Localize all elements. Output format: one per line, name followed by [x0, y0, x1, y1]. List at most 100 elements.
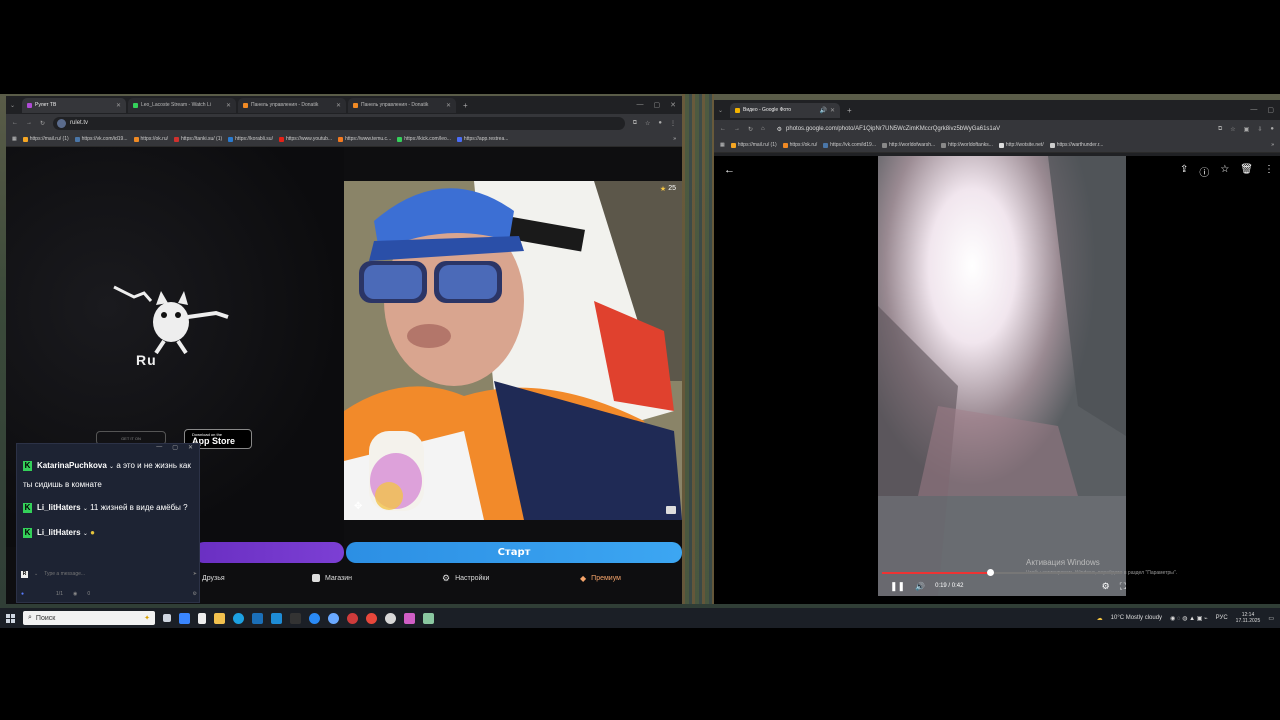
tab-search-icon[interactable]: ⌄: [10, 102, 20, 109]
tab-donatik-2[interactable]: Панель управления - Donatik ✕: [348, 97, 456, 113]
bookmark-item[interactable]: https://vk.com/id19...: [74, 136, 128, 142]
chat-username[interactable]: Li_litHaters: [37, 528, 81, 537]
obs-icon[interactable]: [385, 612, 396, 624]
trash-icon[interactable]: 🗑: [1240, 164, 1253, 179]
close-icon[interactable]: ✕: [336, 102, 341, 109]
bookmark-star-icon[interactable]: ☆: [1230, 126, 1235, 133]
bookmark-item[interactable]: https://ok.ru/: [782, 142, 817, 148]
new-tab-plus-icon[interactable]: +: [458, 101, 473, 110]
bookmark-item[interactable]: http://worldoftanks...: [941, 142, 993, 148]
tab-kick[interactable]: Leo_Lacoste Stream - Watch Li ✕: [128, 97, 236, 113]
nav-premium[interactable]: ◆ Премиум: [580, 574, 680, 583]
camera-switch-icon[interactable]: [666, 506, 676, 514]
extensions-icon[interactable]: ▣: [1244, 126, 1250, 133]
bookmark-item[interactable]: http://wotsite.net/: [998, 142, 1044, 148]
address-bar[interactable]: ⚙ photos.google.com/photo/AF1QipNr7UN5Wc…: [773, 123, 1210, 136]
bookmark-item[interactable]: https://korabli.su/: [228, 136, 273, 142]
windows-start-icon[interactable]: [6, 613, 15, 623]
settings-icon[interactable]: ⚙: [193, 591, 197, 597]
menu-icon[interactable]: ⋮: [670, 120, 676, 127]
chat-username[interactable]: KatarinaPuchkova: [37, 461, 107, 470]
profile-icon[interactable]: ●: [658, 120, 662, 126]
bookmark-item[interactable]: https://app.restrea...: [456, 136, 508, 142]
more-bookmarks-icon[interactable]: »: [1271, 142, 1274, 148]
video-frame[interactable]: [878, 156, 1126, 596]
bookmark-item[interactable]: https://tanki.su/ (1): [174, 136, 222, 142]
fullscreen-icon[interactable]: ⛶: [1120, 581, 1126, 592]
chat-username[interactable]: Li_litHaters: [37, 503, 81, 512]
pause-icon[interactable]: ❚❚: [890, 581, 905, 592]
steam-icon[interactable]: [252, 612, 263, 624]
minimize-icon[interactable]: —: [156, 444, 162, 454]
tab-rulet[interactable]: Рулет ТВ ✕: [22, 97, 126, 113]
progress-knob[interactable]: [987, 569, 994, 576]
move-cross-icon[interactable]: ✥: [354, 501, 362, 512]
share-icon[interactable]: ⇪: [1180, 164, 1188, 179]
close-icon[interactable]: ✕: [226, 102, 231, 109]
back-icon[interactable]: ←: [720, 126, 726, 132]
close-window-icon[interactable]: ✕: [670, 101, 676, 109]
site-info-icon[interactable]: [57, 118, 67, 128]
chrome-icon[interactable]: [366, 612, 377, 624]
minimize-icon[interactable]: —: [1250, 106, 1257, 114]
cast-icon[interactable]: ⧉: [1218, 126, 1222, 133]
close-icon[interactable]: ✕: [116, 102, 121, 109]
info-icon[interactable]: ⓘ: [1199, 164, 1209, 179]
bookmark-item[interactable]: https://www.youtub...: [278, 136, 332, 142]
app-icon-6[interactable]: [328, 612, 339, 624]
apps-grid-icon[interactable]: ▦: [720, 142, 725, 148]
settings-gear-icon[interactable]: ⚙: [1102, 581, 1110, 592]
tab-google-photos[interactable]: Видео - Google Фото 🔊 ✕: [730, 102, 840, 118]
nav-shop[interactable]: Магазин: [312, 574, 442, 582]
bookmark-item[interactable]: https://www.temu.c...: [338, 136, 391, 142]
volume-icon[interactable]: 🔊: [915, 582, 925, 591]
close-icon[interactable]: ✕: [188, 444, 193, 454]
tab-donatik-1[interactable]: Панель управления - Donatik ✕: [238, 97, 346, 113]
nav-friends[interactable]: Друзья: [194, 575, 312, 582]
app-icon-4[interactable]: [290, 612, 301, 624]
nav-settings[interactable]: ⚙ Настройки: [442, 573, 580, 584]
app-icon-2[interactable]: [198, 612, 206, 624]
maximize-icon[interactable]: ▢: [654, 101, 661, 109]
close-icon[interactable]: ✕: [446, 102, 451, 109]
send-icon[interactable]: ➤: [193, 571, 197, 577]
favorite-star-icon[interactable]: ☆: [1220, 164, 1229, 179]
app-icon-1[interactable]: [179, 612, 190, 624]
app-icon-9[interactable]: [423, 612, 434, 624]
stop-button[interactable]: [194, 542, 344, 563]
profile-icon[interactable]: ●: [1270, 126, 1274, 132]
maximize-icon[interactable]: ▢: [172, 444, 178, 454]
bookmark-item[interactable]: https://ok.ru/: [133, 136, 168, 142]
back-icon[interactable]: ←: [12, 120, 18, 126]
site-info-icon[interactable]: ⚙: [777, 126, 782, 133]
edge-icon[interactable]: [233, 612, 244, 624]
speaker-icon[interactable]: 🔊: [819, 107, 826, 114]
maximize-icon[interactable]: ▢: [1267, 106, 1274, 114]
taskbar-search[interactable]: ⌕ Поиск ✦: [23, 611, 155, 625]
cast-icon[interactable]: ⧉: [633, 120, 637, 127]
language-indicator[interactable]: РУС: [1216, 615, 1228, 621]
forward-icon[interactable]: →: [26, 120, 32, 126]
chat-input[interactable]: R ⌄ Type a message... ➤: [21, 568, 197, 580]
tab-search-icon[interactable]: ⌄: [718, 107, 728, 114]
task-view-icon[interactable]: [163, 614, 171, 622]
more-icon[interactable]: ⋮: [1264, 164, 1274, 179]
notifications-icon[interactable]: ▭: [1268, 615, 1274, 622]
app-icon-7[interactable]: [347, 612, 358, 624]
video-progress-bar[interactable]: [882, 569, 1122, 576]
bookmark-item[interactable]: https://kick.com/leo...: [397, 136, 451, 142]
minimize-icon[interactable]: —: [637, 101, 644, 109]
close-icon[interactable]: ✕: [830, 107, 835, 114]
home-icon[interactable]: ⌂: [761, 126, 765, 132]
address-bar[interactable]: rulet.tv: [53, 116, 625, 130]
bookmark-item[interactable]: https://warthunder.r...: [1049, 142, 1103, 148]
app-icon-3[interactable]: [271, 612, 282, 624]
new-tab-plus-icon[interactable]: +: [842, 106, 857, 115]
chevron-down-icon[interactable]: ⌄: [34, 571, 38, 577]
back-arrow-icon[interactable]: ←: [724, 164, 735, 176]
file-explorer-icon[interactable]: [214, 612, 225, 624]
apps-grid-icon[interactable]: ▦: [12, 136, 17, 142]
clock[interactable]: 12:14 17.11.2025: [1236, 612, 1261, 624]
bookmark-star-icon[interactable]: ☆: [645, 120, 650, 127]
more-bookmarks-icon[interactable]: »: [673, 136, 676, 142]
